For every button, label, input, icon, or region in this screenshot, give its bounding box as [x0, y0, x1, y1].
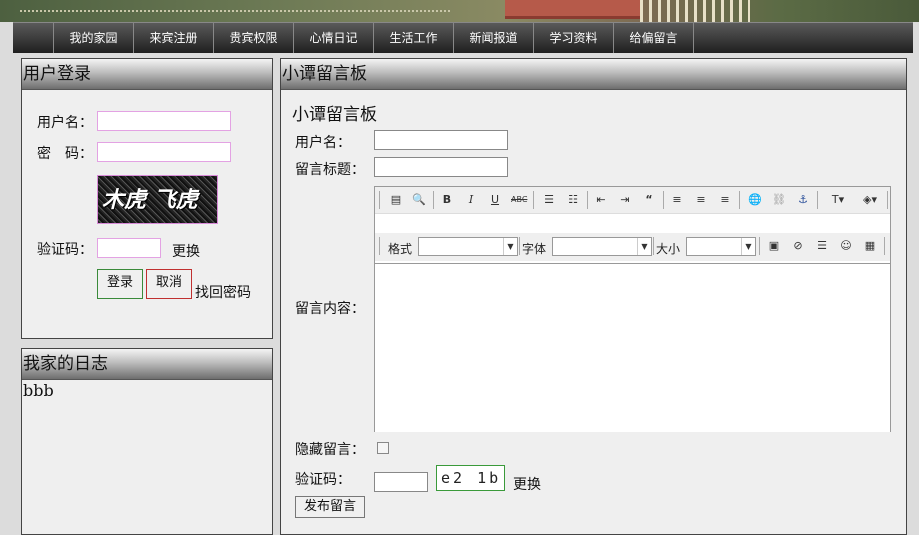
format-label: 格式 — [388, 242, 413, 256]
login-captcha-image: 木虎 飞虎 — [97, 175, 218, 224]
login-password-input[interactable] — [97, 142, 231, 162]
unlink-icon[interactable]: ⛓ — [771, 192, 787, 208]
special-char-icon[interactable]: ▦ — [862, 238, 878, 254]
login-button[interactable]: 登录 — [97, 269, 143, 299]
strikethrough-icon[interactable]: ABC — [511, 192, 527, 208]
guestbook-panel: 小谭留言板 小谭留言板 用户名： 留言标题： 留言内容： ▤ 🔍 B I U A… — [280, 58, 907, 535]
format-select[interactable]: ▼ — [418, 237, 518, 256]
banner-fence — [640, 0, 750, 22]
nav-item-home[interactable]: 我的家园 — [54, 23, 134, 53]
captcha-glyphs: 木虎 飞虎 — [102, 188, 198, 213]
ordered-list-icon[interactable]: ☰ — [541, 192, 557, 208]
nav-item-diary[interactable]: 心情日记 — [294, 23, 374, 53]
flash-icon[interactable]: ⊘ — [790, 238, 806, 254]
text-color-icon[interactable]: T▾ — [825, 192, 851, 208]
gb-username-input[interactable] — [374, 130, 508, 150]
login-panel: 用户登录 用户名： 密 码： 木虎 飞虎 验证码： 更换 登录 取消 找回密码 — [21, 58, 273, 339]
submit-message-button[interactable]: 发布留言 — [295, 496, 365, 518]
diary-entry[interactable]: bbb — [23, 381, 54, 400]
header-banner — [0, 0, 919, 22]
gb-captcha-input[interactable] — [374, 472, 428, 492]
blockquote-icon[interactable]: “ — [641, 192, 657, 208]
nav-item-life-work[interactable]: 生活工作 — [374, 23, 454, 53]
gb-captcha-image: e2 1b — [436, 465, 505, 491]
login-captcha-input[interactable] — [97, 238, 161, 258]
outdent-icon[interactable]: ⇤ — [593, 192, 609, 208]
font-select[interactable]: ▼ — [552, 237, 652, 256]
indent-icon[interactable]: ⇥ — [617, 192, 633, 208]
size-select[interactable]: ▼ — [686, 237, 756, 256]
password-label: 密 码： — [37, 146, 93, 162]
forgot-password-link[interactable]: 找回密码 — [195, 282, 251, 302]
gb-username-label: 用户名： — [295, 135, 351, 151]
nav-item-guestbook[interactable]: 给偏留言 — [614, 23, 694, 53]
cancel-button[interactable]: 取消 — [146, 269, 192, 299]
diary-panel: 我家的日志 bbb — [21, 348, 273, 535]
main-nav: 我的家园 来宾注册 贵宾权限 心情日记 生活工作 新闻报道 学习资料 给偏留言 — [13, 22, 913, 53]
banner-decoration — [20, 10, 450, 12]
image-icon[interactable]: ▣ — [766, 238, 782, 254]
italic-icon[interactable]: I — [463, 192, 479, 208]
nav-item-study[interactable]: 学习资料 — [534, 23, 614, 53]
gb-hidden-label: 隐藏留言： — [295, 442, 365, 458]
gb-captcha-label: 验证码： — [295, 472, 351, 488]
nav-item-news[interactable]: 新闻报道 — [454, 23, 534, 53]
bg-color-icon[interactable]: ◈▾ — [857, 192, 883, 208]
align-left-icon[interactable]: ≡ — [669, 192, 685, 208]
diary-panel-title: 我家的日志 — [22, 349, 272, 380]
guestbook-subtitle: 小谭留言板 — [292, 105, 377, 125]
align-center-icon[interactable]: ≡ — [693, 192, 709, 208]
preview-icon[interactable]: 🔍 — [411, 192, 427, 208]
font-label: 字体 — [522, 242, 547, 256]
smiley-icon[interactable]: ☺ — [838, 238, 854, 254]
gb-content-label: 留言内容： — [295, 301, 365, 317]
gb-subject-label: 留言标题： — [295, 162, 365, 178]
guestbook-panel-title: 小谭留言板 — [281, 59, 906, 90]
nav-spacer — [13, 23, 54, 53]
bold-icon[interactable]: B — [439, 192, 455, 208]
align-right-icon[interactable]: ≡ — [717, 192, 733, 208]
login-captcha-label: 验证码： — [37, 242, 93, 258]
login-captcha-refresh[interactable]: 更换 — [172, 241, 200, 261]
anchor-icon[interactable]: ⚓ — [795, 192, 811, 208]
login-panel-title: 用户登录 — [22, 59, 272, 90]
editor-toolbar-1: ▤ 🔍 B I U ABC ☰ ☷ ⇤ ⇥ “ ≡ ≡ ≡ 🌐 ⛓ ⚓ T▾ ◈… — [375, 187, 890, 214]
username-label: 用户名： — [37, 115, 93, 131]
nav-item-vip[interactable]: 贵宾权限 — [214, 23, 294, 53]
size-label: 大小 — [656, 242, 681, 256]
source-icon[interactable]: ▤ — [388, 192, 404, 208]
horizontal-rule-icon[interactable]: ☰ — [814, 238, 830, 254]
unordered-list-icon[interactable]: ☷ — [565, 192, 581, 208]
login-username-input[interactable] — [97, 111, 231, 131]
banner-house-roof — [505, 0, 640, 19]
rich-text-editor: ▤ 🔍 B I U ABC ☰ ☷ ⇤ ⇥ “ ≡ ≡ ≡ 🌐 ⛓ ⚓ T▾ ◈… — [374, 186, 891, 432]
link-icon[interactable]: 🌐 — [747, 192, 763, 208]
gb-subject-input[interactable] — [374, 157, 508, 177]
gb-captcha-refresh[interactable]: 更换 — [513, 474, 541, 494]
nav-item-register[interactable]: 来宾注册 — [134, 23, 214, 53]
underline-icon[interactable]: U — [487, 192, 503, 208]
hidden-checkbox[interactable] — [377, 442, 389, 454]
editor-content-area[interactable] — [375, 263, 890, 432]
editor-toolbar-2: 格式 ▼ 字体 ▼ 大小 ▼ ▣ ⊘ ☰ ☺ ▦ — [375, 233, 890, 261]
